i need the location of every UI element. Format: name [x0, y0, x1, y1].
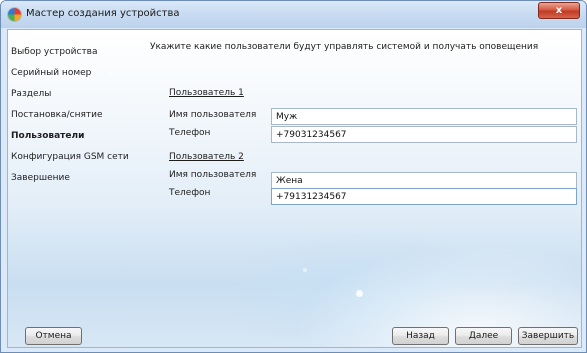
sidebar-item-arming[interactable]: Постановка/снятие	[11, 110, 103, 120]
cancel-button[interactable]: Отмена	[25, 327, 82, 345]
app-logo-icon	[8, 8, 21, 21]
user-1-heading: Пользователь 1	[169, 88, 244, 98]
user-2-phone-input[interactable]	[271, 188, 577, 205]
user-2-phone-label: Телефон	[169, 188, 211, 198]
wizard-window: Мастер создания устройства x Выбор устро…	[0, 0, 587, 353]
sidebar-item-finish[interactable]: Завершение	[11, 173, 70, 183]
sidebar-item-serial-number[interactable]: Серийный номер	[11, 68, 91, 78]
sidebar-item-users[interactable]: Пользователи	[11, 131, 84, 141]
sidebar-item-gsm-config[interactable]: Конфигурация GSM сети	[11, 152, 129, 162]
wizard-content: Выбор устройства Серийный номер Разделы …	[7, 29, 582, 348]
user-2-name-label: Имя пользователя	[169, 170, 257, 180]
user-2-name-input[interactable]	[271, 172, 577, 189]
finish-button[interactable]: Завершить	[518, 327, 578, 345]
close-button[interactable]: x	[538, 2, 580, 19]
sidebar-item-device-selection[interactable]: Выбор устройства	[11, 47, 98, 57]
window-title: Мастер создания устройства	[26, 8, 180, 19]
close-icon: x	[555, 5, 563, 16]
user-1-phone-input[interactable]	[271, 126, 577, 143]
user-1-name-label: Имя пользователя	[169, 110, 257, 120]
instruction-text: Укажите какие пользователи будут управля…	[150, 42, 539, 52]
back-button[interactable]: Назад	[392, 327, 449, 345]
user-1-phone-label: Телефон	[169, 128, 211, 138]
user-1-name-input[interactable]	[271, 108, 577, 125]
sidebar-item-partitions[interactable]: Разделы	[11, 89, 51, 99]
decorative-bubble	[108, 72, 112, 76]
next-button[interactable]: Далее	[455, 327, 512, 345]
decorative-bubble	[303, 268, 307, 272]
user-2-heading: Пользователь 2	[169, 152, 244, 162]
title-bar[interactable]: Мастер создания устройства x	[1, 1, 586, 28]
decorative-bubble	[356, 290, 363, 297]
